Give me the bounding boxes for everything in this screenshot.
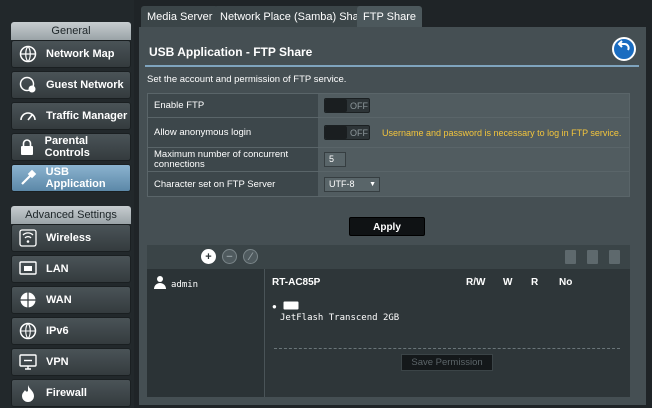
wan-globe-icon <box>18 290 38 310</box>
expand-bullet-icon: ● <box>272 301 277 311</box>
drive-name: JetFlash Transcend 2GB <box>280 313 400 323</box>
charset-value: UTF-8 ▼ <box>318 172 629 196</box>
sidebar-item-usb-application[interactable]: USB Application <box>11 164 131 192</box>
sidebar-item-firewall[interactable]: Firewall <box>11 379 131 407</box>
col-no: No <box>559 277 573 288</box>
anonymous-login-value: OFF Username and password is necessary t… <box>318 118 629 147</box>
charset-label: Character set on FTP Server <box>148 172 318 196</box>
dashed-divider <box>274 348 620 349</box>
title-divider <box>145 65 639 67</box>
sidebar-item-traffic-manager[interactable]: Traffic Manager <box>11 102 131 130</box>
page-description: Set the account and permission of FTP se… <box>147 74 347 85</box>
gauge-icon <box>18 106 38 126</box>
sidebar-item-ipv6[interactable]: IPv6 <box>11 317 131 345</box>
lock-icon <box>18 137 37 157</box>
sidebar-item-label: IPv6 <box>46 325 69 337</box>
usb-icon <box>18 168 38 188</box>
sidebar: General Network Map Guest Network Traffi… <box>0 0 134 408</box>
tab-samba-share[interactable]: Network Place (Samba) Share <box>214 6 375 28</box>
tab-ftp-share[interactable]: FTP Share <box>357 6 422 28</box>
max-connections-row: Maximum number of concurrent connections… <box>148 148 629 172</box>
charset-selected: UTF-8 <box>329 178 355 189</box>
sidebar-item-label: VPN <box>46 356 69 368</box>
user-row-admin[interactable]: admin <box>153 275 198 294</box>
col-rw: R/W <box>466 277 486 288</box>
delete-folder-icon[interactable] <box>587 250 598 264</box>
advanced-header: Advanced Settings <box>11 206 131 224</box>
vpn-monitor-icon <box>18 352 38 372</box>
sidebar-item-label: Parental Controls <box>44 135 90 159</box>
edit-folder-icon[interactable] <box>609 250 620 264</box>
enable-ftp-value: OFF <box>318 94 629 117</box>
remove-user-icon[interactable]: − <box>222 249 237 264</box>
charset-row: Character set on FTP Server UTF-8 ▼ <box>148 172 629 196</box>
edit-user-icon[interactable]: ⁄ <box>243 249 258 264</box>
chevron-down-icon: ▼ <box>369 180 376 188</box>
sidebar-item-label: Guest Network <box>46 79 124 91</box>
toggle-knob <box>325 126 347 139</box>
enable-ftp-label: Enable FTP <box>148 94 318 117</box>
anonymous-warning: Username and password is necessary to lo… <box>382 127 622 138</box>
firewall-icon <box>18 383 38 403</box>
max-connections-label-line2: connections <box>154 158 205 170</box>
general-header: General <box>11 22 131 40</box>
enable-ftp-row: Enable FTP OFF <box>148 94 629 118</box>
charset-select[interactable]: UTF-8 ▼ <box>324 176 380 192</box>
wifi-icon <box>18 228 38 248</box>
sidebar-item-label: Traffic Manager <box>46 110 128 122</box>
ipv6-globe-icon <box>18 321 38 341</box>
sidebar-item-guest-network[interactable]: Guest Network <box>11 71 131 99</box>
col-w: W <box>503 277 513 288</box>
folder-permissions: RT-AC85P R/W W R No ● JetFlash Transcend… <box>266 269 630 397</box>
sidebar-item-lan[interactable]: LAN <box>11 255 131 283</box>
max-connections-label-line1: Maximum number of concurrent <box>154 148 289 160</box>
anonymous-login-row: Allow anonymous login OFF Username and p… <box>148 118 629 148</box>
enable-ftp-toggle[interactable]: OFF <box>324 98 370 113</box>
sidebar-item-vpn[interactable]: VPN <box>11 348 131 376</box>
permission-toolbar: + − ⁄ <box>147 245 630 269</box>
back-button[interactable] <box>612 37 636 61</box>
back-arrow-icon <box>617 39 631 59</box>
sidebar-item-network-map[interactable]: Network Map <box>11 40 131 68</box>
add-folder-icon[interactable] <box>565 250 576 264</box>
toggle-knob <box>325 99 347 112</box>
ftp-settings-form: Enable FTP OFF Allow anonymous login OFF… <box>147 93 630 197</box>
sidebar-item-label: Network Map <box>46 48 115 60</box>
add-user-icon[interactable]: + <box>201 249 216 264</box>
permission-panel: + − ⁄ admin RT-AC85P R/W W R No ● JetFla… <box>147 245 630 397</box>
lan-icon <box>18 259 38 279</box>
sidebar-item-parental-controls[interactable]: Parental Controls <box>11 133 131 161</box>
toggle-state: OFF <box>350 100 368 111</box>
anonymous-login-toggle[interactable]: OFF <box>324 125 370 140</box>
main-panel: USB Application - FTP Share Set the acco… <box>139 27 646 405</box>
col-r: R <box>531 277 539 288</box>
max-connections-label: Maximum number of concurrent connections <box>148 148 318 171</box>
guest-globe-icon <box>18 75 38 95</box>
sidebar-item-wireless[interactable]: Wireless <box>11 224 131 252</box>
page-title: USB Application - FTP Share <box>149 45 313 59</box>
save-permission-button[interactable]: Save Permission <box>401 354 493 371</box>
sidebar-item-label: WAN <box>46 294 72 306</box>
apply-button[interactable]: Apply <box>349 217 425 236</box>
anonymous-login-label: Allow anonymous login <box>148 118 318 147</box>
globe-icon <box>18 44 38 64</box>
user-icon <box>153 275 167 294</box>
user-name: admin <box>171 279 199 290</box>
user-list: admin <box>147 269 265 397</box>
sidebar-item-label: Wireless <box>46 232 92 244</box>
max-connections-input[interactable]: 5 <box>324 152 346 167</box>
sidebar-item-wan[interactable]: WAN <box>11 286 131 314</box>
max-connections-value: 5 <box>318 148 629 171</box>
sidebar-item-label: USB Application <box>45 166 106 190</box>
device-name: RT-AC85P <box>272 277 321 288</box>
tab-media-server[interactable]: Media Server <box>141 6 219 28</box>
sidebar-item-label: LAN <box>46 263 69 275</box>
sidebar-item-label: Firewall <box>46 387 87 399</box>
toggle-state: OFF <box>350 127 368 138</box>
